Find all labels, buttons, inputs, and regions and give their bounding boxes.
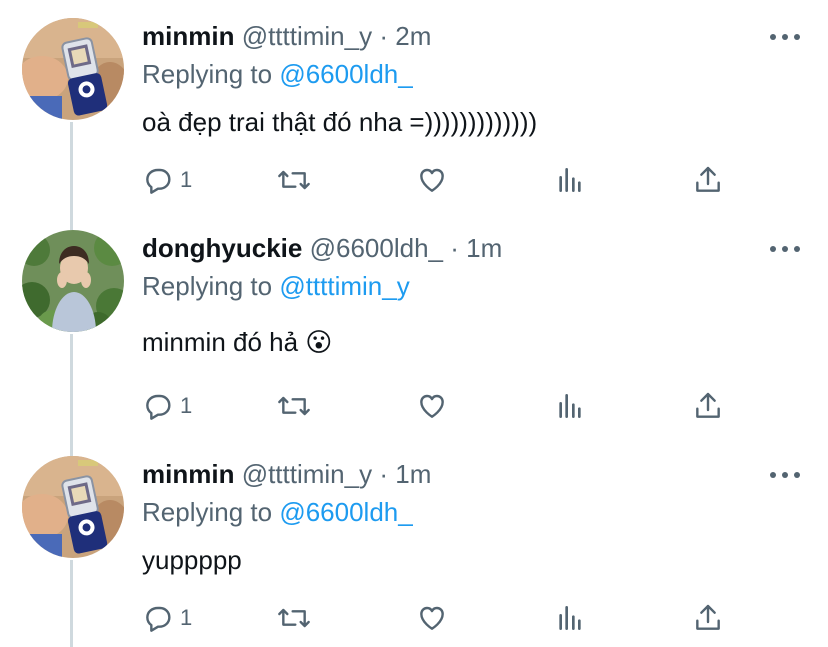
analytics-button[interactable] [554,386,586,426]
replying-to: Replying to @6600ldh_ [142,56,413,92]
analytics-icon [559,606,581,630]
separator-dot: · [379,21,389,51]
like-icon [420,606,444,630]
reply-count: 1 [180,393,193,418]
reply-button[interactable]: 1 [142,386,192,426]
tweet-header: donghyuckie @6600ldh_ · 1m [142,230,502,266]
timestamp[interactable]: 1m [466,233,502,263]
more-icon[interactable] [770,244,800,254]
share-button[interactable] [692,598,724,638]
more-icon[interactable] [770,32,800,42]
analytics-icon [559,168,581,192]
reply-count: 1 [180,167,193,192]
action-bar: 1 [142,386,742,426]
tweet-text: minmin đó hả 😮 [142,327,333,357]
share-icon [696,392,720,418]
avatar[interactable] [22,18,124,120]
replying-to-label: Replying to [142,59,273,89]
mention-link[interactable]: @6600ldh_ [279,59,412,89]
replying-to-label: Replying to [142,497,273,527]
more-icon[interactable] [770,470,800,480]
replying-to: Replying to @6600ldh_ [142,494,413,530]
display-name[interactable]: minmin [142,459,234,489]
tweet[interactable]: minmin @ttttimin_y · 2m Replying to @660… [0,0,828,220]
reply-icon [146,394,171,420]
action-bar: 1 [142,598,742,638]
action-bar: 1 [142,160,742,200]
retweet-icon [278,170,310,190]
share-button[interactable] [692,386,724,426]
timestamp[interactable]: 2m [395,21,431,51]
reply-count: 1 [180,605,193,630]
display-name[interactable]: donghyuckie [142,233,302,263]
thread-line [70,334,73,456]
like-button[interactable] [416,386,448,426]
reply-button[interactable]: 1 [142,598,192,638]
like-icon [420,394,444,418]
flip-phone-avatar-icon [22,18,124,120]
mention-link[interactable]: @6600ldh_ [279,497,412,527]
like-button[interactable] [416,598,448,638]
reply-button[interactable]: 1 [142,160,192,200]
user-handle[interactable]: @ttttimin_y [242,21,372,51]
retweet-icon [278,608,310,628]
replying-to: Replying to @ttttimin_y [142,268,410,304]
reply-icon [146,606,171,632]
thread-line [70,560,73,647]
like-icon [420,168,444,192]
person-in-plants-avatar-icon [22,230,124,332]
share-icon [696,604,720,630]
display-name[interactable]: minmin [142,21,234,51]
replying-to-label: Replying to [142,271,273,301]
avatar[interactable] [22,230,124,332]
user-handle[interactable]: @ttttimin_y [242,459,372,489]
retweet-icon [278,396,310,416]
tweet[interactable]: minmin @ttttimin_y · 1m Replying to @660… [0,0,828,632]
avatar[interactable] [22,456,124,558]
tweet-header: minmin @ttttimin_y · 2m [142,18,431,54]
share-button[interactable] [692,160,724,200]
user-handle[interactable]: @6600ldh_ [310,233,443,263]
like-button[interactable] [416,160,448,200]
retweet-button[interactable] [276,598,312,638]
retweet-button[interactable] [276,386,312,426]
tweet-text: oà đẹp trai thật đó nha =))))))))))))) [142,107,538,137]
analytics-button[interactable] [554,160,586,200]
separator-dot: · [379,459,389,489]
mention-link[interactable]: @ttttimin_y [279,271,409,301]
analytics-button[interactable] [554,598,586,638]
analytics-icon [559,394,581,418]
tweet-text: yuppppp [142,545,242,575]
flip-phone-avatar-icon [22,456,124,558]
tweet-header: minmin @ttttimin_y · 1m [142,456,431,492]
timestamp[interactable]: 1m [395,459,431,489]
reply-icon [146,168,171,194]
separator-dot: · [450,233,459,263]
retweet-button[interactable] [276,160,312,200]
share-icon [696,166,720,192]
